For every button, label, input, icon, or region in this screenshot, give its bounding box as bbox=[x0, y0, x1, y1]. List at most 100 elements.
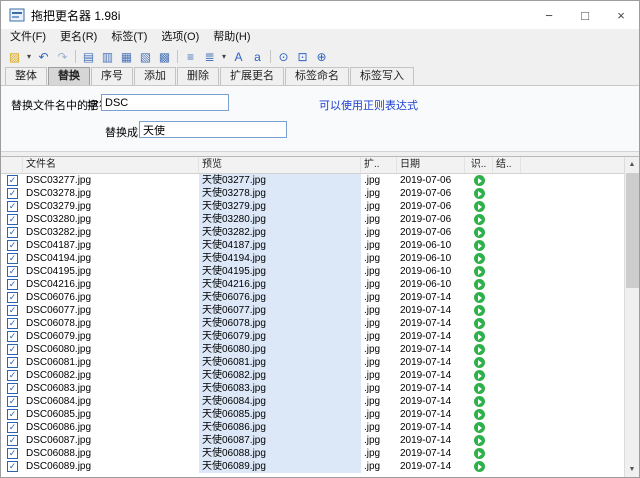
header-checkbox-col[interactable] bbox=[1, 157, 23, 173]
row-checkbox[interactable] bbox=[7, 461, 18, 472]
row-checkbox[interactable] bbox=[7, 435, 18, 446]
table-row[interactable]: DSC06078.jpg 天使06078.jpg .jpg 2019-07-14 bbox=[1, 317, 624, 330]
row-checkbox[interactable] bbox=[7, 188, 18, 199]
header-extension[interactable]: 扩.. bbox=[361, 157, 397, 173]
tab-tag-write[interactable]: 标签写入 bbox=[350, 67, 414, 85]
table-row[interactable]: DSC06080.jpg 天使06080.jpg .jpg 2019-07-14 bbox=[1, 343, 624, 356]
tab-ext-rename[interactable]: 扩展更名 bbox=[220, 67, 284, 85]
vertical-scrollbar[interactable]: ▲ ▼ bbox=[624, 157, 639, 477]
row-checkbox[interactable] bbox=[7, 240, 18, 251]
tab-sequence[interactable]: 序号 bbox=[91, 67, 133, 85]
table-row[interactable]: DSC06089.jpg 天使06089.jpg .jpg 2019-07-14 bbox=[1, 460, 624, 473]
tab-whole[interactable]: 整体 bbox=[5, 67, 47, 85]
table-row[interactable]: DSC04216.jpg 天使04216.jpg .jpg 2019-06-10 bbox=[1, 278, 624, 291]
ready-status-icon bbox=[473, 435, 485, 446]
table-row[interactable]: DSC03280.jpg 天使03280.jpg .jpg 2019-07-06 bbox=[1, 213, 624, 226]
header-preview[interactable]: 预览 bbox=[199, 157, 361, 173]
row-checkbox[interactable] bbox=[7, 409, 18, 420]
tab-replace[interactable]: 替换 bbox=[48, 67, 90, 85]
whole-rename-icon[interactable]: ▤ bbox=[79, 48, 98, 66]
close-button[interactable]: × bbox=[603, 1, 639, 29]
header-filename[interactable]: 文件名 bbox=[23, 157, 199, 173]
row-checkbox[interactable] bbox=[7, 292, 18, 303]
row-checkbox[interactable] bbox=[7, 227, 18, 238]
insert-icon[interactable]: ▧ bbox=[136, 48, 155, 66]
replace-icon[interactable]: ▥ bbox=[98, 48, 117, 66]
table-row[interactable]: DSC04195.jpg 天使04195.jpg .jpg 2019-06-10 bbox=[1, 265, 624, 278]
scroll-down-icon[interactable]: ▼ bbox=[625, 462, 639, 477]
table-row[interactable]: DSC03278.jpg 天使03278.jpg .jpg 2019-07-06 bbox=[1, 187, 624, 200]
clock-icon[interactable]: ⊙ bbox=[274, 48, 293, 66]
row-checkbox[interactable] bbox=[7, 175, 18, 186]
table-row[interactable]: DSC06084.jpg 天使06084.jpg .jpg 2019-07-14 bbox=[1, 395, 624, 408]
preview-cell: 天使06089.jpg bbox=[199, 460, 361, 473]
header-date[interactable]: 日期 bbox=[397, 157, 465, 173]
extension-cell: .jpg bbox=[364, 266, 381, 277]
tab-tag-name[interactable]: 标签命名 bbox=[285, 67, 349, 85]
table-row[interactable]: DSC06087.jpg 天使06087.jpg .jpg 2019-07-14 bbox=[1, 434, 624, 447]
table-row[interactable]: DSC03282.jpg 天使03282.jpg .jpg 2019-07-06 bbox=[1, 226, 624, 239]
lock-icon[interactable]: ⊡ bbox=[293, 48, 312, 66]
case-dropdown-icon[interactable]: ▾ bbox=[219, 48, 229, 66]
row-checkbox[interactable] bbox=[7, 357, 18, 368]
regex-hint-link[interactable]: 可以使用正则表达式 bbox=[319, 97, 418, 113]
row-checkbox[interactable] bbox=[7, 396, 18, 407]
row-checkbox[interactable] bbox=[7, 253, 18, 264]
row-checkbox[interactable] bbox=[7, 331, 18, 342]
redo-icon[interactable]: ↷ bbox=[53, 48, 72, 66]
sequence-icon[interactable]: ▦ bbox=[117, 48, 136, 66]
open-folder-icon[interactable]: ▨ bbox=[5, 48, 24, 66]
row-checkbox[interactable] bbox=[7, 266, 18, 277]
delete-icon[interactable]: ▩ bbox=[155, 48, 174, 66]
table-row[interactable]: DSC06081.jpg 天使06081.jpg .jpg 2019-07-14 bbox=[1, 356, 624, 369]
row-checkbox[interactable] bbox=[7, 383, 18, 394]
row-checkbox[interactable] bbox=[7, 201, 18, 212]
maximize-button[interactable]: □ bbox=[567, 1, 603, 29]
minimize-button[interactable]: − bbox=[531, 1, 567, 29]
menu-item[interactable]: 文件(F) bbox=[3, 29, 53, 46]
find-input[interactable] bbox=[101, 94, 229, 111]
row-checkbox[interactable] bbox=[7, 305, 18, 316]
table-row[interactable]: DSC06077.jpg 天使06077.jpg .jpg 2019-07-14 bbox=[1, 304, 624, 317]
table-row[interactable]: DSC04187.jpg 天使04187.jpg .jpg 2019-06-10 bbox=[1, 239, 624, 252]
row-checkbox[interactable] bbox=[7, 370, 18, 381]
row-checkbox[interactable] bbox=[7, 344, 18, 355]
table-row[interactable]: DSC06079.jpg 天使06079.jpg .jpg 2019-07-14 bbox=[1, 330, 624, 343]
scrollbar-thumb[interactable] bbox=[626, 173, 639, 288]
tab-delete[interactable]: 删除 bbox=[177, 67, 219, 85]
replace-input[interactable] bbox=[139, 121, 287, 138]
row-checkbox[interactable] bbox=[7, 448, 18, 459]
list-icon[interactable]: ≡ bbox=[181, 48, 200, 66]
lowercase-icon[interactable]: a bbox=[248, 48, 267, 66]
row-checkbox[interactable] bbox=[7, 214, 18, 225]
row-checkbox[interactable] bbox=[7, 318, 18, 329]
menu-item[interactable]: 更名(R) bbox=[53, 29, 104, 46]
checkbox-cell bbox=[1, 422, 23, 433]
table-row[interactable]: DSC06088.jpg 天使06088.jpg .jpg 2019-07-14 bbox=[1, 447, 624, 460]
menu-item[interactable]: 标签(T) bbox=[104, 29, 154, 46]
uppercase-icon[interactable]: A bbox=[229, 48, 248, 66]
header-result[interactable]: 结.. bbox=[493, 157, 521, 173]
table-row[interactable]: DSC06085.jpg 天使06085.jpg .jpg 2019-07-14 bbox=[1, 408, 624, 421]
table-row[interactable]: DSC06076.jpg 天使06076.jpg .jpg 2019-07-14 bbox=[1, 291, 624, 304]
table-row[interactable]: DSC06082.jpg 天使06082.jpg .jpg 2019-07-14 bbox=[1, 369, 624, 382]
tab-add[interactable]: 添加 bbox=[134, 67, 176, 85]
tag-list-icon[interactable]: ≣ bbox=[200, 48, 219, 66]
menu-item[interactable]: 帮助(H) bbox=[206, 29, 257, 46]
table-row[interactable]: DSC03279.jpg 天使03279.jpg .jpg 2019-07-06 bbox=[1, 200, 624, 213]
open-folder-dropdown-icon[interactable]: ▾ bbox=[24, 48, 34, 66]
scroll-up-icon[interactable]: ▲ bbox=[625, 157, 639, 172]
preview-cell: 天使06079.jpg bbox=[199, 330, 361, 343]
extension-cell: .jpg bbox=[364, 318, 381, 329]
table-row[interactable]: DSC06083.jpg 天使06083.jpg .jpg 2019-07-14 bbox=[1, 382, 624, 395]
table-row[interactable]: DSC04194.jpg 天使04194.jpg .jpg 2019-06-10 bbox=[1, 252, 624, 265]
search-icon[interactable]: ⊕ bbox=[312, 48, 331, 66]
header-status[interactable]: 识.. bbox=[465, 157, 493, 173]
table-row[interactable]: DSC06086.jpg 天使06086.jpg .jpg 2019-07-14 bbox=[1, 421, 624, 434]
checkbox-cell bbox=[1, 240, 23, 251]
undo-icon[interactable]: ↶ bbox=[34, 48, 53, 66]
row-checkbox[interactable] bbox=[7, 279, 18, 290]
row-checkbox[interactable] bbox=[7, 422, 18, 433]
menu-item[interactable]: 选项(O) bbox=[154, 29, 206, 46]
table-row[interactable]: DSC03277.jpg 天使03277.jpg .jpg 2019-07-06 bbox=[1, 174, 624, 187]
